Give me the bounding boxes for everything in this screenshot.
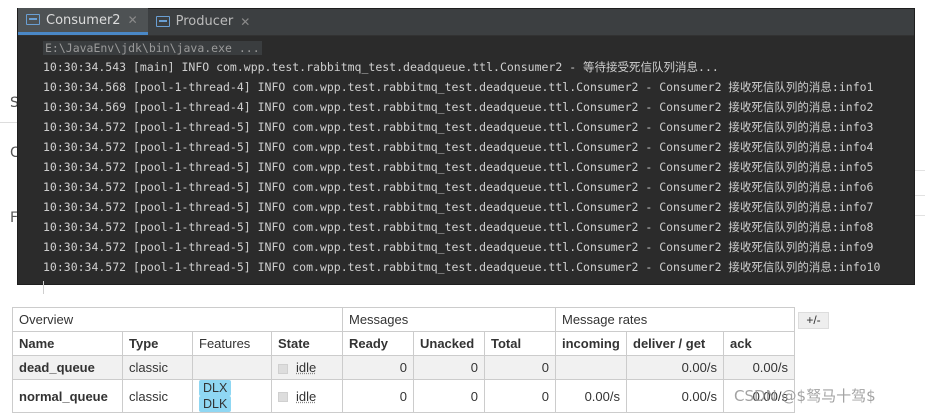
table-row: normal_queue classic DLX DLK idle 0 0 0 … — [12, 379, 795, 413]
group-messages: Messages — [342, 307, 556, 332]
queue-deliver-get: 0.00/s — [626, 355, 724, 380]
log-line: 10:30:34.572 [pool-1-thread-5] INFO com.… — [43, 120, 874, 134]
queue-name-link[interactable]: dead_queue — [12, 355, 123, 380]
console-icon — [26, 14, 40, 26]
background-divider — [0, 122, 17, 123]
table-group-row: Overview Messages Message rates — [12, 307, 795, 332]
close-icon[interactable]: ✕ — [240, 15, 250, 29]
queue-total: 0 — [484, 379, 556, 413]
text-cursor — [43, 281, 44, 294]
queue-state: idle — [271, 355, 343, 380]
queue-name-link[interactable]: normal_queue — [12, 379, 123, 413]
feature-badge-dlx[interactable]: DLX — [199, 380, 232, 396]
close-icon[interactable]: ✕ — [128, 13, 138, 27]
col-type[interactable]: Type — [122, 331, 193, 356]
ide-run-window: Consumer2 ✕ Producer ✕ E:\JavaEnv\jdk\bi… — [17, 8, 915, 294]
tab-consumer2[interactable]: Consumer2 ✕ — [18, 8, 148, 35]
tab-producer[interactable]: Producer ✕ — [148, 8, 261, 35]
log-line: 10:30:34.572 [pool-1-thread-5] INFO com.… — [43, 220, 874, 234]
queues-table: Overview Messages Message rates Name Typ… — [12, 307, 795, 413]
command-line[interactable]: E:\JavaEnv\jdk\bin\java.exe ... — [43, 40, 914, 57]
state-indicator — [278, 392, 288, 403]
state-label: idle — [296, 388, 317, 404]
queue-ready: 0 — [342, 355, 414, 380]
queue-ready: 0 — [342, 379, 414, 413]
group-message-rates: Message rates — [555, 307, 795, 332]
feature-badge-dlk[interactable]: DLK — [199, 396, 232, 412]
state-indicator — [278, 363, 288, 374]
tab-label: Consumer2 — [46, 12, 121, 28]
log-line: 10:30:34.572 [pool-1-thread-5] INFO com.… — [43, 180, 874, 194]
queue-incoming — [555, 355, 627, 380]
queue-features — [192, 355, 272, 380]
table-header-row: Name Type Features State Ready Unacked T… — [12, 331, 795, 356]
col-name[interactable]: Name — [12, 331, 123, 356]
col-ack[interactable]: ack — [723, 331, 795, 356]
queue-state: idle — [271, 379, 343, 413]
col-state[interactable]: State — [271, 331, 343, 356]
queue-incoming: 0.00/s — [555, 379, 627, 413]
queue-ack: 0.00/s — [723, 355, 795, 380]
queue-deliver-get: 0.00/s — [626, 379, 724, 413]
col-incoming[interactable]: incoming — [555, 331, 627, 356]
col-unacked[interactable]: Unacked — [413, 331, 485, 356]
queue-total: 0 — [484, 355, 556, 380]
log-line: 10:30:34.543 [main] INFO com.wpp.test.ra… — [43, 60, 719, 74]
console-icon — [155, 15, 170, 28]
table-row: dead_queue classic idle 0 0 0 0.00/s 0.0… — [12, 355, 795, 380]
col-deliver-get[interactable]: deliver / get — [626, 331, 724, 356]
log-line: 10:30:34.568 [pool-1-thread-4] INFO com.… — [43, 80, 874, 94]
log-line: 10:30:34.569 [pool-1-thread-4] INFO com.… — [43, 100, 874, 114]
columns-toggle-button[interactable]: +/- — [798, 312, 829, 329]
log-line: 10:30:34.572 [pool-1-thread-5] INFO com.… — [43, 140, 874, 154]
queue-type: classic — [122, 355, 193, 380]
group-overview: Overview — [12, 307, 343, 332]
console-output[interactable]: E:\JavaEnv\jdk\bin\java.exe ... 10:30:34… — [18, 36, 914, 294]
col-total[interactable]: Total — [484, 331, 556, 356]
queue-unacked: 0 — [413, 379, 485, 413]
watermark: CSDN @$驽马十驾$ — [734, 387, 876, 405]
log-line: 10:30:34.572 [pool-1-thread-5] INFO com.… — [43, 240, 874, 254]
run-tab-bar: Consumer2 ✕ Producer ✕ — [18, 8, 914, 36]
queue-unacked: 0 — [413, 355, 485, 380]
tab-label: Producer — [175, 14, 234, 29]
queue-features: DLX DLK — [192, 379, 272, 413]
state-label: idle — [296, 360, 317, 375]
log-line: 10:30:34.572 [pool-1-thread-5] INFO com.… — [43, 260, 881, 274]
col-ready[interactable]: Ready — [342, 331, 414, 356]
log-line: 10:30:34.572 [pool-1-thread-5] INFO com.… — [43, 160, 874, 174]
col-features: Features — [192, 331, 272, 356]
queue-type: classic — [122, 379, 193, 413]
log-line: 10:30:34.572 [pool-1-thread-5] INFO com.… — [43, 200, 874, 214]
